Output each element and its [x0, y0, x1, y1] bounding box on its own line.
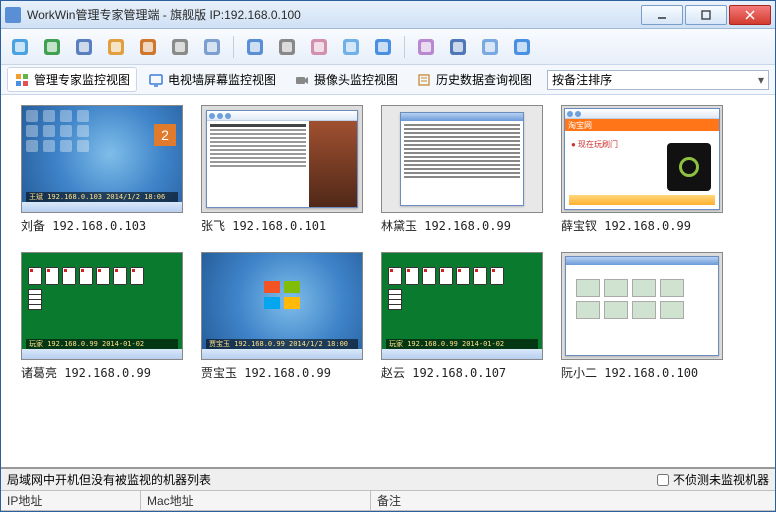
- thumbnail-grid: 2王斌 192.168.0.103 2014/1/2 18:06 刘备 192.1…: [21, 105, 755, 381]
- minimize-button[interactable]: [641, 5, 683, 25]
- client-screen[interactable]: 玩家 192.168.0.99 2014-01-02: [381, 252, 543, 360]
- bottom-table-header: IP地址 Mac地址 备注: [1, 491, 775, 511]
- bottom-panel: 局域网中开机但没有被监视的机器列表 不侦测未监视机器 IP地址 Mac地址 备注: [1, 467, 775, 511]
- bottom-panel-header: 局域网中开机但没有被监视的机器列表 不侦测未监视机器: [1, 469, 775, 491]
- content-area: 2王斌 192.168.0.103 2014/1/2 18:06 刘备 192.1…: [1, 95, 775, 467]
- disc-icon[interactable]: [413, 34, 439, 60]
- client-caption: 薛宝钗 192.168.0.99: [561, 217, 691, 234]
- client-screen[interactable]: [201, 105, 363, 213]
- address-book-icon[interactable]: [445, 34, 471, 60]
- app-window: WorkWin管理专家管理端 - 旗舰版 IP:192.168.0.100 管理…: [0, 0, 776, 512]
- toolbar-separator: [404, 36, 405, 58]
- pencil-icon[interactable]: [135, 34, 161, 60]
- col-mac[interactable]: Mac地址: [141, 491, 371, 510]
- client-caption: 诸葛亮 192.168.0.99: [21, 364, 151, 381]
- transfer-icon[interactable]: [370, 34, 396, 60]
- search-icon[interactable]: [338, 34, 364, 60]
- mail-icon[interactable]: [306, 34, 332, 60]
- pointer-icon[interactable]: [167, 34, 193, 60]
- globe-icon[interactable]: [39, 34, 65, 60]
- client-screen[interactable]: [381, 105, 543, 213]
- tab-label: 管理专家监控视图: [34, 71, 130, 88]
- tab-label: 电视墙屏幕监控视图: [168, 71, 276, 88]
- tab-label: 历史数据查询视图: [436, 71, 532, 88]
- history-icon: [416, 72, 432, 88]
- camera-icon: [294, 72, 310, 88]
- no-detect-check-input[interactable]: [657, 474, 669, 486]
- no-detect-label: 不侦测未监视机器: [673, 471, 769, 488]
- main-toolbar: [1, 29, 775, 65]
- client-thumbnail[interactable]: 玩家 192.168.0.99 2014-01-02 诸葛亮 192.168.0.…: [21, 252, 183, 381]
- client-thumbnail[interactable]: 玩家 192.168.0.99 2014-01-02 赵云 192.168.0.1…: [381, 252, 543, 381]
- client-caption: 贾宝玉 192.168.0.99: [201, 364, 331, 381]
- client-caption: 赵云 192.168.0.107: [381, 364, 506, 381]
- screens-icon[interactable]: [7, 34, 33, 60]
- monitor-icon[interactable]: [71, 34, 97, 60]
- tab-label: 摄像头监控视图: [314, 71, 398, 88]
- app-icon: [5, 7, 21, 23]
- col-note[interactable]: 备注: [371, 491, 775, 510]
- client-screen[interactable]: 2王斌 192.168.0.103 2014/1/2 18:06: [21, 105, 183, 213]
- tab-tv-wall[interactable]: 电视墙屏幕监控视图: [141, 67, 283, 92]
- tab-camera[interactable]: 摄像头监控视图: [287, 67, 405, 92]
- bottom-panel-title: 局域网中开机但没有被监视的机器列表: [7, 471, 657, 488]
- id-card-icon[interactable]: [477, 34, 503, 60]
- client-screen[interactable]: 淘宝网● 现在玩刷门: [561, 105, 723, 213]
- titlebar: WorkWin管理专家管理端 - 旗舰版 IP:192.168.0.100: [1, 1, 775, 29]
- window-controls: [641, 5, 771, 25]
- client-thumbnail[interactable]: 淘宝网● 现在玩刷门薛宝钗 192.168.0.99: [561, 105, 723, 234]
- users-icon[interactable]: [103, 34, 129, 60]
- toolbar-separator: [233, 36, 234, 58]
- grid-icon: [14, 72, 30, 88]
- close-button[interactable]: [729, 5, 771, 25]
- client-thumbnail[interactable]: 张飞 192.168.0.101: [201, 105, 363, 234]
- clipboard-icon[interactable]: [199, 34, 225, 60]
- client-thumbnail[interactable]: 阮小二 192.168.0.100: [561, 252, 723, 381]
- client-caption: 刘备 192.168.0.103: [21, 217, 146, 234]
- tv-icon: [148, 72, 164, 88]
- col-ip[interactable]: IP地址: [1, 491, 141, 510]
- client-thumbnail[interactable]: 贾宝玉 192.168.0.99 2014/1/2 18:00 贾宝玉 192.1…: [201, 252, 363, 381]
- client-thumbnail[interactable]: 2王斌 192.168.0.103 2014/1/2 18:06 刘备 192.1…: [21, 105, 183, 234]
- window-title: WorkWin管理专家管理端 - 旗舰版 IP:192.168.0.100: [27, 6, 641, 23]
- tab-admin-monitor[interactable]: 管理专家监控视图: [7, 67, 137, 92]
- maximize-button[interactable]: [685, 5, 727, 25]
- client-caption: 张飞 192.168.0.101: [201, 217, 326, 234]
- sort-label: 按备注排序: [552, 71, 612, 88]
- help-icon[interactable]: [509, 34, 535, 60]
- client-caption: 林黛玉 192.168.0.99: [381, 217, 511, 234]
- printer-icon[interactable]: [274, 34, 300, 60]
- no-detect-checkbox[interactable]: 不侦测未监视机器: [657, 471, 769, 488]
- display-icon[interactable]: [242, 34, 268, 60]
- client-thumbnail[interactable]: 林黛玉 192.168.0.99: [381, 105, 543, 234]
- client-screen[interactable]: 贾宝玉 192.168.0.99 2014/1/2 18:00: [201, 252, 363, 360]
- tab-history[interactable]: 历史数据查询视图: [409, 67, 539, 92]
- client-screen[interactable]: [561, 252, 723, 360]
- view-tabs: 管理专家监控视图 电视墙屏幕监控视图 摄像头监控视图 历史数据查询视图 按备注排…: [1, 65, 775, 95]
- client-screen[interactable]: 玩家 192.168.0.99 2014-01-02: [21, 252, 183, 360]
- client-caption: 阮小二 192.168.0.100: [561, 364, 698, 381]
- sort-dropdown[interactable]: 按备注排序: [547, 70, 769, 90]
